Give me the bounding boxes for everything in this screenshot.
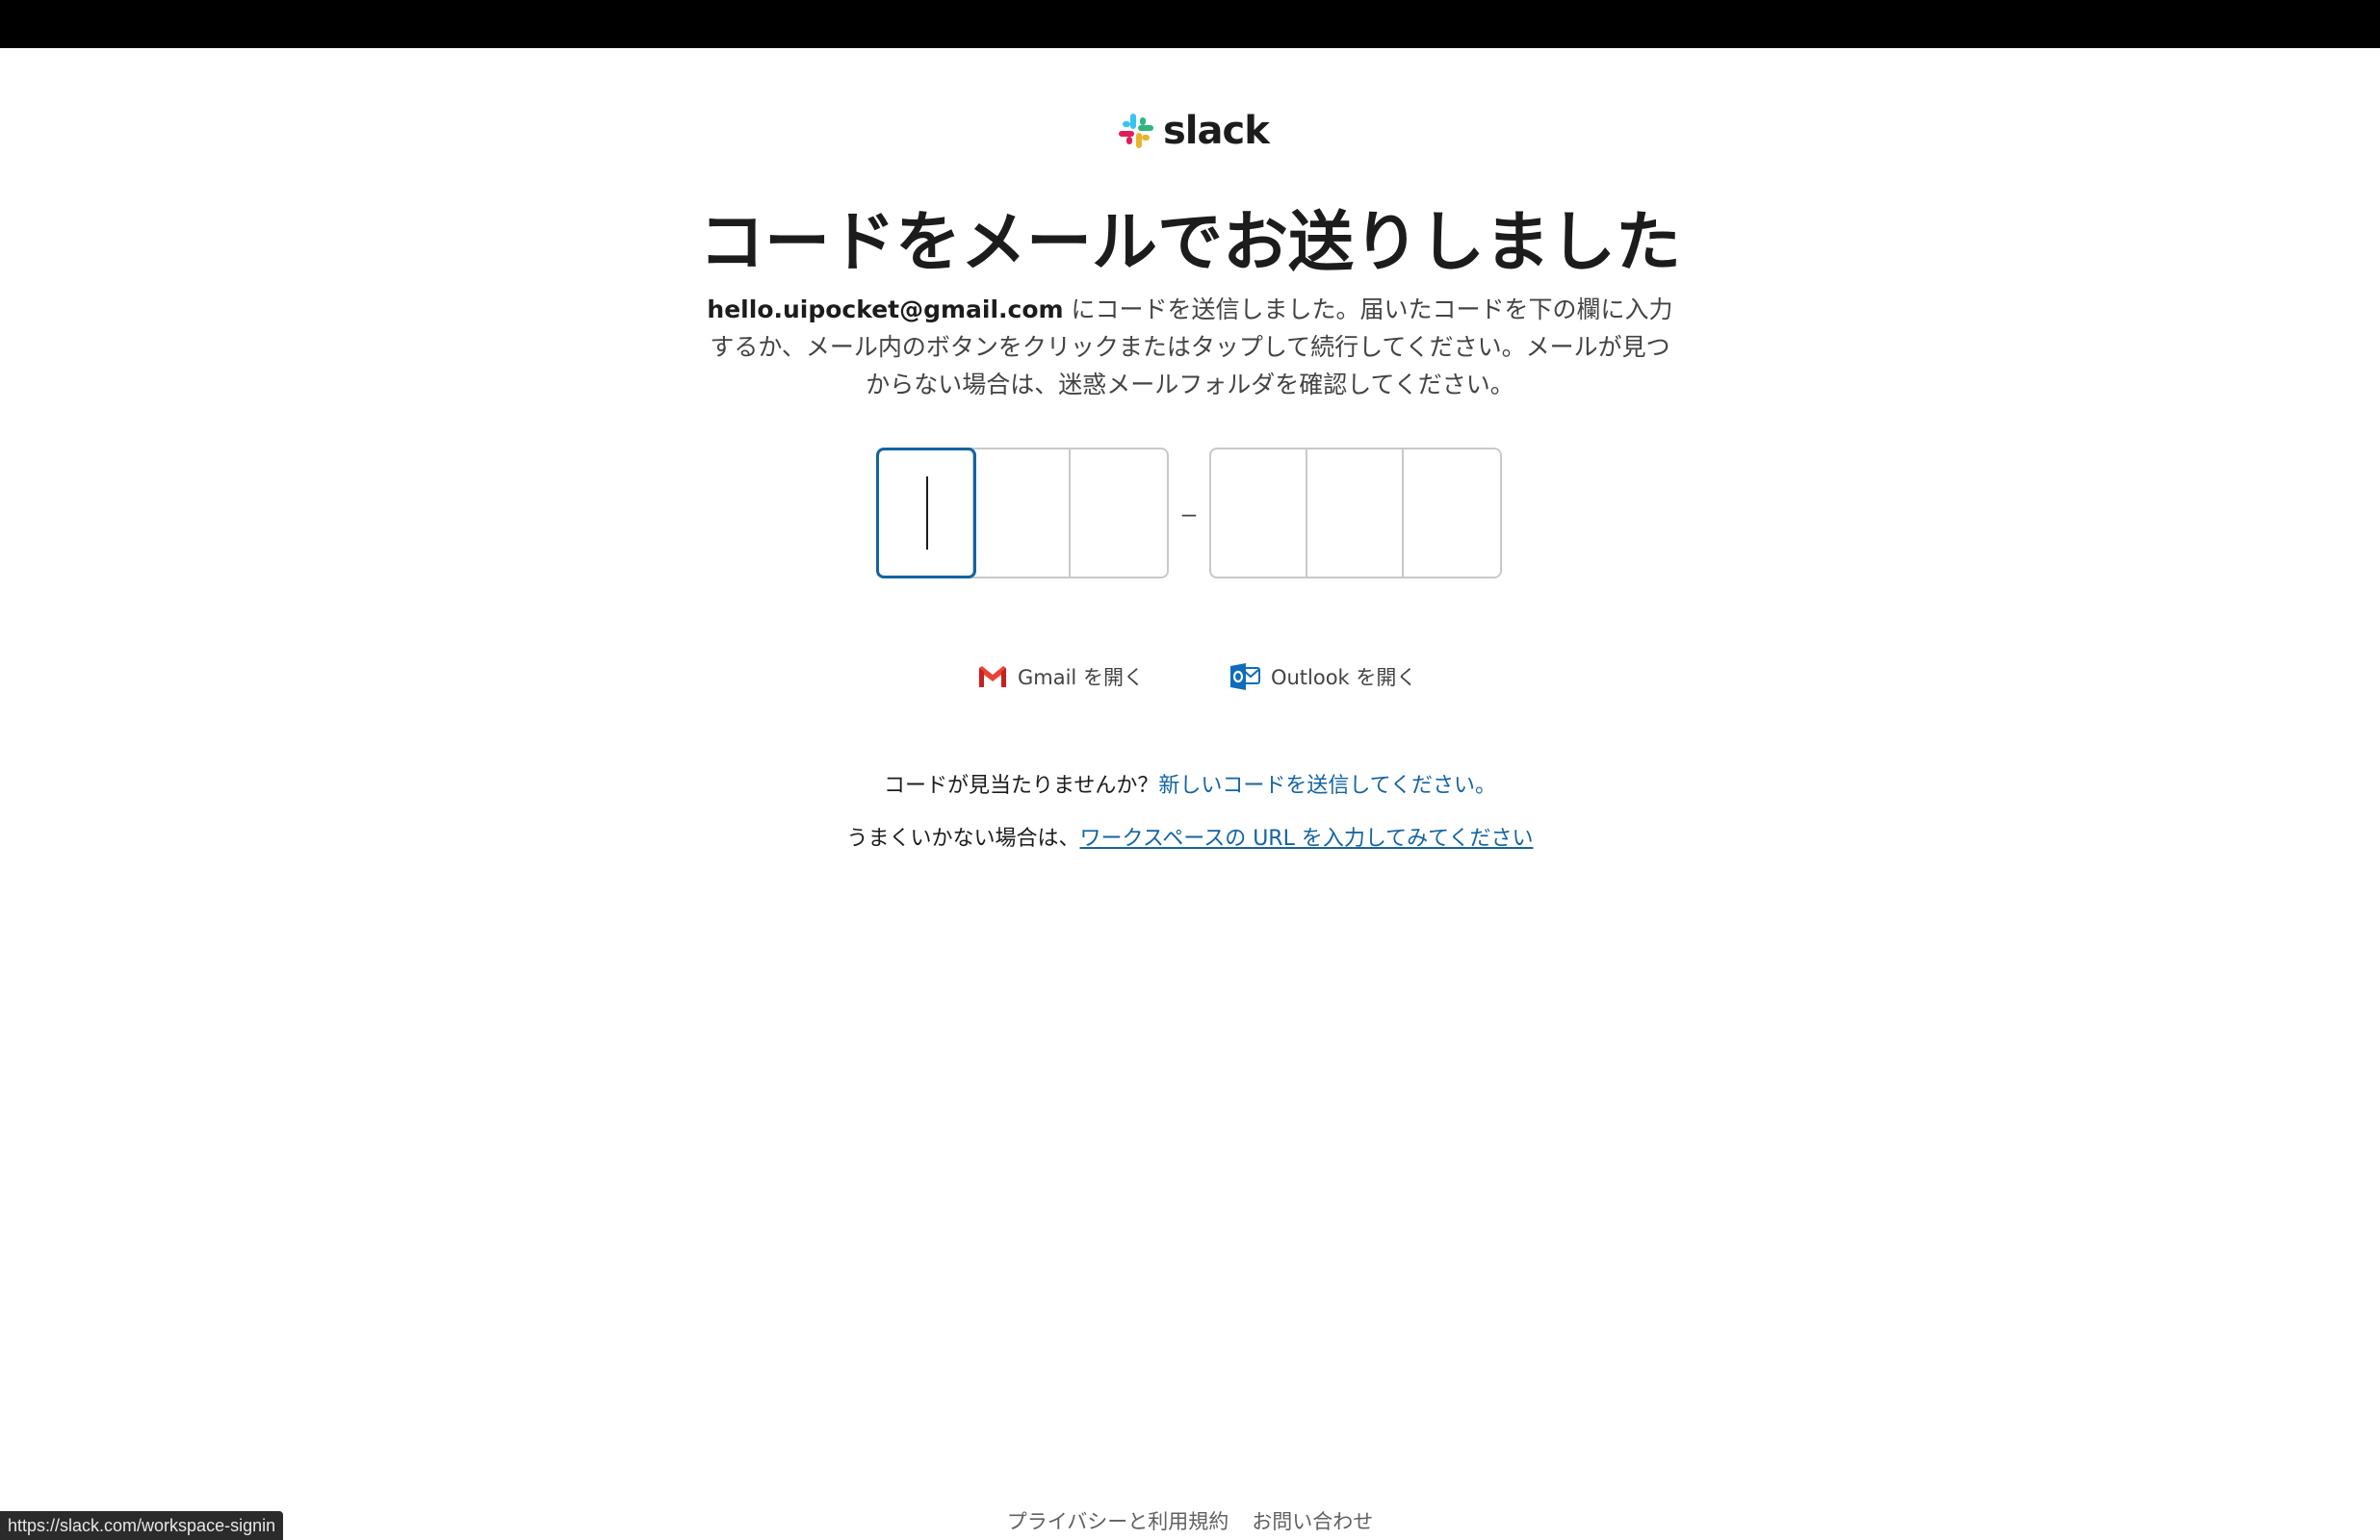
code-digit-1[interactable] <box>876 448 976 578</box>
code-digit-3[interactable] <box>1071 449 1167 577</box>
code-group-second <box>1209 448 1502 578</box>
link-preview-status: https://slack.com/workspace-signin <box>0 1511 284 1540</box>
gmail-icon <box>979 666 1006 687</box>
resend-help-text: コードが見当たりませんか？新しいコードを送信してください。 <box>0 770 2380 803</box>
code-digit-4[interactable] <box>1211 449 1307 577</box>
workspace-help-text: うまくいかない場合は、ワークスペースの URL を入力してみてください <box>0 823 2380 856</box>
slack-logo: slack <box>1117 109 1270 153</box>
open-outlook-label: Outlook を開く <box>1270 666 1417 689</box>
resend-code-link[interactable]: 新しいコードを送信してください。 <box>1158 774 1496 798</box>
open-gmail-label: Gmail を開く <box>1018 666 1144 689</box>
email-address: hello.uipocket@gmail.com <box>707 295 1064 323</box>
workspace-url-link[interactable]: ワークスペースの URL を入力してみてください <box>1080 827 1534 851</box>
instructions-text: hello.uipocket@gmail.com にコードを送信しました。届いた… <box>699 291 1681 403</box>
code-digit-6[interactable] <box>1404 449 1500 577</box>
code-digit-2[interactable] <box>974 449 1071 577</box>
code-separator: – <box>1181 498 1197 527</box>
browser-top-bar <box>0 0 2380 48</box>
slack-logo-icon <box>1119 114 1153 148</box>
open-outlook-link[interactable]: Outlook を開く <box>1229 662 1416 691</box>
confirmation-code-input: – <box>876 448 1502 578</box>
privacy-terms-link[interactable]: プライバシーと利用規約 <box>1007 1510 1229 1533</box>
open-gmail-link[interactable]: Gmail を開く <box>977 662 1144 691</box>
contact-link[interactable]: お問い合わせ <box>1252 1510 1373 1533</box>
trouble-text: うまくいかない場合は、 <box>846 827 1080 851</box>
mail-links: Gmail を開く Outlook を開く <box>977 662 1416 691</box>
outlook-icon <box>1229 663 1260 690</box>
footer: プライバシーと利用規約 お問い合わせ <box>0 1506 2380 1535</box>
page-title: コードをメールでお送りしました <box>698 205 1681 281</box>
code-group-first <box>876 448 1169 578</box>
signin-page: slack コードをメールでお送りしました hello.uipocket@gma… <box>0 48 2380 1540</box>
code-digit-5[interactable] <box>1307 449 1404 577</box>
slack-wordmark: slack <box>1163 109 1270 153</box>
missing-code-text: コードが見当たりませんか？ <box>883 774 1159 798</box>
